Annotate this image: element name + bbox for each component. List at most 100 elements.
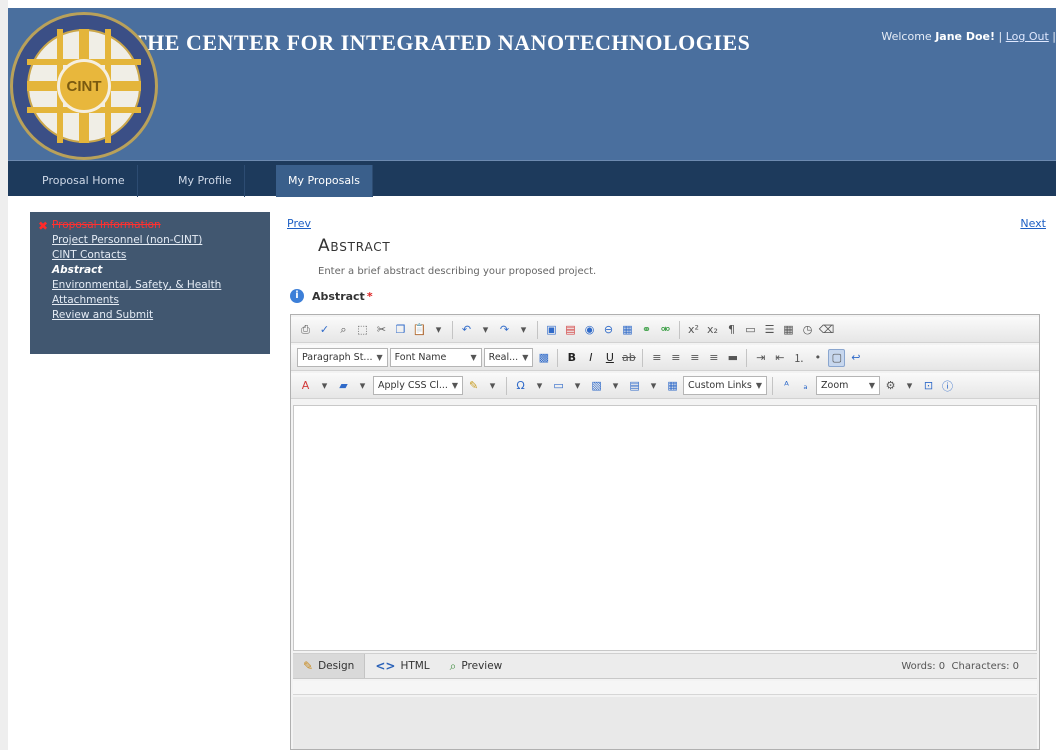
abstract-field-label: Abstract * xyxy=(312,290,373,303)
page-break-icon[interactable]: ▭ xyxy=(742,321,759,339)
horizontal-rule-icon[interactable]: ☰ xyxy=(761,321,778,339)
insert-symbol-icon[interactable]: ↩ xyxy=(847,349,864,367)
prev-link[interactable]: Prev xyxy=(287,217,311,230)
separator-trailing: | xyxy=(1048,30,1056,43)
about-icon[interactable]: ⓘ xyxy=(939,377,956,395)
form-element-dropdown-icon[interactable]: ▾ xyxy=(645,377,662,395)
undo-icon[interactable]: ↶ xyxy=(458,321,475,339)
format-brush-dropdown-icon[interactable]: ▾ xyxy=(484,377,501,395)
font-color-dropdown-icon[interactable]: ▾ xyxy=(316,377,333,395)
custom-links-dropdown[interactable]: Custom Links ▼ xyxy=(683,376,768,395)
info-icon[interactable]: i xyxy=(290,289,304,303)
spellcheck-icon[interactable]: ✓ xyxy=(316,321,333,339)
font-size-dropdown[interactable]: Real... ▼ xyxy=(483,348,534,367)
error-icon: ✖ xyxy=(38,219,49,233)
print-icon[interactable]: ⎙ xyxy=(297,321,314,339)
table-icon[interactable]: ▦ xyxy=(780,321,797,339)
outdent-icon[interactable]: ⇤ xyxy=(771,349,788,367)
editor-footer xyxy=(293,697,1037,749)
paragraph-style-dropdown[interactable]: Paragraph St... ▼ xyxy=(297,348,388,367)
special-character-dropdown-icon[interactable]: ▾ xyxy=(531,377,548,395)
sidebar-item-project-personnel[interactable]: Project Personnel (non-CINT) xyxy=(52,233,270,248)
proposal-sidebar: ✖ Proposal Information Project Personnel … xyxy=(30,212,270,354)
align-left-icon[interactable]: ≡ xyxy=(648,349,665,367)
bullet-list-icon[interactable]: • xyxy=(809,349,826,367)
next-link[interactable]: Next xyxy=(1020,217,1046,230)
font-color-icon[interactable]: A xyxy=(297,377,314,395)
sidebar-item-abstract[interactable]: Abstract xyxy=(52,263,270,278)
cut-icon[interactable]: ✂ xyxy=(373,321,390,339)
paragraph-style-value: Paragraph St... xyxy=(302,352,373,363)
abstract-field-label-row: i Abstract * xyxy=(290,289,373,303)
html-mode-tab[interactable]: <> HTML xyxy=(365,654,439,678)
remove-link-icon[interactable]: ⚮ xyxy=(657,321,674,339)
nav-my-profile[interactable]: My Profile xyxy=(166,165,245,197)
zoom-dropdown[interactable]: Zoom ▼ xyxy=(816,376,881,395)
sidebar-item-cint-contacts[interactable]: CINT Contacts xyxy=(52,248,270,263)
underline-icon[interactable]: U xyxy=(601,349,618,367)
module-manager-dropdown-icon[interactable]: ▾ xyxy=(901,377,918,395)
image-map-icon[interactable]: ▦ xyxy=(664,377,681,395)
convert-to-upper-icon[interactable]: ᴬ xyxy=(778,377,795,395)
hyperlink-icon[interactable]: ⚭ xyxy=(638,321,655,339)
indent-icon[interactable]: ⇥ xyxy=(752,349,769,367)
css-class-dropdown[interactable]: Apply CSS Cl... ▼ xyxy=(373,376,464,395)
redo-icon[interactable]: ↷ xyxy=(496,321,513,339)
insert-snippet-icon[interactable]: ▧ xyxy=(588,377,605,395)
copy-icon[interactable]: ❐ xyxy=(392,321,409,339)
align-right-icon[interactable]: ≡ xyxy=(686,349,703,367)
highlight-dropdown-icon[interactable]: ▾ xyxy=(354,377,371,395)
image-manager-icon[interactable]: ▣ xyxy=(543,321,560,339)
chevron-down-icon: ▼ xyxy=(451,381,459,390)
sidebar-item-attachments[interactable]: Attachments xyxy=(52,293,270,308)
toggle-border-icon[interactable]: ▢ xyxy=(828,348,846,367)
format-brush-icon[interactable]: ✎ xyxy=(465,377,482,395)
paste-icon[interactable]: 📋 xyxy=(411,321,428,339)
bold-icon[interactable]: B xyxy=(563,349,580,367)
insert-table-dropdown-icon[interactable]: ▾ xyxy=(569,377,586,395)
numbered-list-icon[interactable]: ⒈ xyxy=(790,349,807,367)
undo-dropdown-icon[interactable]: ▾ xyxy=(477,321,494,339)
media-manager-icon[interactable]: ⊖ xyxy=(600,321,617,339)
format-painter-icon[interactable]: ▩ xyxy=(535,349,552,367)
document-manager-icon[interactable]: ▤ xyxy=(562,321,579,339)
format-stripper-icon[interactable]: ⌫ xyxy=(818,321,835,339)
module-manager-icon[interactable]: ⚙ xyxy=(882,377,899,395)
font-name-dropdown[interactable]: Font Name ▼ xyxy=(389,348,482,367)
fullscreen-icon[interactable]: ⊡ xyxy=(920,377,937,395)
editor-resize-handle[interactable] xyxy=(293,681,1037,695)
justify-icon[interactable]: ≡ xyxy=(705,349,722,367)
italic-icon[interactable]: I xyxy=(582,349,599,367)
insert-table-icon[interactable]: ▭ xyxy=(550,377,567,395)
sidebar-item-environmental-safety-health[interactable]: Environmental, Safety, & Health xyxy=(52,278,270,293)
find-replace-icon[interactable]: ⌕ xyxy=(335,321,352,339)
template-manager-icon[interactable]: ▦ xyxy=(619,321,636,339)
user-name: Jane Doe! xyxy=(935,30,995,43)
snippet-dropdown-icon[interactable]: ▾ xyxy=(607,377,624,395)
select-all-icon[interactable]: ⬚ xyxy=(354,321,371,339)
flash-manager-icon[interactable]: ◉ xyxy=(581,321,598,339)
convert-to-lower-icon[interactable]: ₐ xyxy=(797,377,814,395)
date-time-icon[interactable]: ◷ xyxy=(799,321,816,339)
highlight-color-icon[interactable]: ▰ xyxy=(335,377,352,395)
preview-mode-tab[interactable]: ⌕ Preview xyxy=(440,654,513,678)
special-character-icon[interactable]: Ω xyxy=(512,377,529,395)
subscript-icon[interactable]: x₂ xyxy=(704,321,721,339)
paste-options-icon[interactable]: ▾ xyxy=(430,321,447,339)
instructions-text: Enter a brief abstract describing your p… xyxy=(318,266,597,277)
toolbar-separator xyxy=(557,348,559,367)
strikethrough-icon[interactable]: ab xyxy=(620,349,637,367)
nav-proposal-home[interactable]: Proposal Home xyxy=(30,165,138,197)
design-mode-tab[interactable]: ✎ Design xyxy=(293,654,366,678)
superscript-icon[interactable]: x² xyxy=(685,321,702,339)
sidebar-item-review-and-submit[interactable]: Review and Submit xyxy=(52,308,270,323)
paragraph-icon[interactable]: ¶ xyxy=(723,321,740,339)
form-element-icon[interactable]: ▤ xyxy=(626,377,643,395)
align-center-icon[interactable]: ≡ xyxy=(667,349,684,367)
redo-dropdown-icon[interactable]: ▾ xyxy=(515,321,532,339)
remove-alignment-icon[interactable]: ▬ xyxy=(724,349,741,367)
editor-content-area[interactable] xyxy=(293,405,1037,651)
nav-my-proposals[interactable]: My Proposals xyxy=(276,165,373,197)
logout-link[interactable]: Log Out xyxy=(1006,30,1049,43)
sidebar-item-proposal-information[interactable]: ✖ Proposal Information xyxy=(38,218,270,233)
